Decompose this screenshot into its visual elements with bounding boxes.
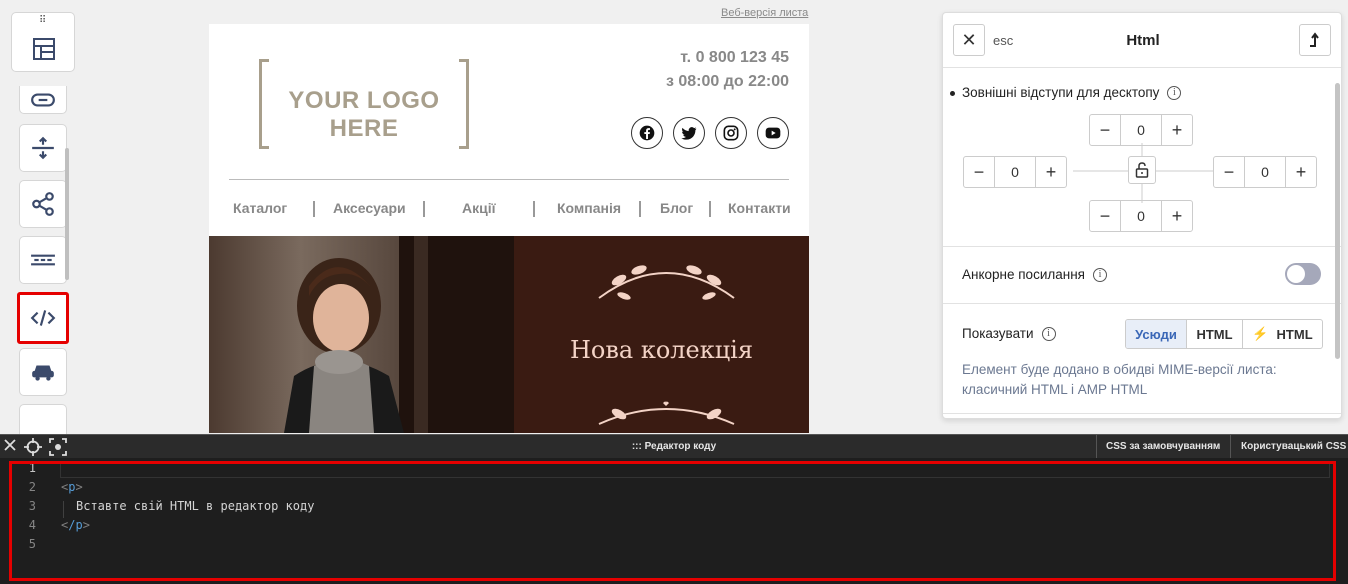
margin-bottom-stepper[interactable]: − 0 +	[1089, 200, 1193, 232]
panel-scrollbar[interactable]	[1335, 83, 1340, 359]
hero-photo	[209, 236, 514, 433]
decrease-button[interactable]: −	[963, 156, 995, 188]
header-divider	[229, 179, 789, 180]
more-block[interactable]	[19, 404, 67, 436]
facebook-icon[interactable]	[631, 117, 663, 149]
email-nav-menu: Каталог Аксесуари Акції Компанія Блог Ко…	[229, 200, 799, 220]
arrow-up-icon	[1310, 32, 1319, 47]
increase-button[interactable]: +	[1161, 114, 1193, 146]
margin-right-value[interactable]: 0	[1245, 156, 1285, 188]
hours-text: з 08:00 до 22:00	[665, 73, 789, 90]
panel-title: Html	[1126, 32, 1160, 49]
menu-icon	[31, 254, 55, 266]
code-icon	[30, 310, 56, 326]
nav-item-contacts[interactable]: Контакти	[728, 200, 791, 216]
nav-item-promotions[interactable]: Акції	[462, 200, 496, 216]
mime-note: Елемент буде додано в обидві MIME-версії…	[962, 362, 1277, 397]
wreath-bottom-decoration	[598, 401, 735, 425]
lock-button[interactable]	[1128, 156, 1156, 184]
margin-top-stepper[interactable]: − 0 +	[1089, 114, 1193, 146]
amp-lightning-icon: ⚡	[1252, 326, 1269, 341]
info-icon[interactable]: i	[1092, 268, 1107, 283]
drag-handle-icon[interactable]: ⠿	[39, 16, 47, 26]
html-settings-panel: ✕ esc Html Зовнішні відступи для десктоп…	[942, 12, 1342, 419]
menu-block[interactable]	[19, 236, 67, 284]
decrease-button[interactable]: −	[1089, 114, 1121, 146]
web-version-link[interactable]: Веб-версія листа	[721, 7, 808, 19]
spacer-block[interactable]	[19, 124, 67, 172]
nav-item-catalog[interactable]: Каталог	[233, 200, 287, 216]
email-canvas[interactable]: YOUR LOGO HERE т. 0 800 123 45 з 08:00 д…	[209, 24, 809, 433]
editor-highlight-outline	[9, 461, 1336, 581]
anchor-link-toggle[interactable]	[1285, 263, 1321, 285]
panel-header: ✕ esc Html	[943, 13, 1341, 68]
anchor-link-label: Анкорне посилання i	[962, 267, 1107, 283]
social-block[interactable]	[19, 180, 67, 228]
hero-banner[interactable]: Нова колекція	[209, 236, 809, 433]
show-option-html[interactable]: HTML	[1186, 320, 1242, 348]
twitter-icon[interactable]	[673, 117, 705, 149]
video-block[interactable]	[19, 348, 67, 396]
nav-item-blog[interactable]: Блог	[660, 200, 693, 216]
decrease-button[interactable]: −	[1213, 156, 1245, 188]
tab-custom-css[interactable]: Користувацький CSS	[1241, 441, 1346, 452]
tab-default-css[interactable]: CSS за замовчуванням	[1106, 441, 1220, 452]
margins-label: Зовнішні відступи для десктопу i	[962, 85, 1182, 101]
wreath-top-decoration	[598, 265, 735, 300]
nav-item-accessories[interactable]: Аксесуари	[333, 200, 406, 216]
increase-button[interactable]: +	[1285, 156, 1317, 188]
info-icon[interactable]: i	[1167, 86, 1182, 101]
hero-title: Нова колекція	[570, 336, 753, 364]
margin-left-value[interactable]: 0	[995, 156, 1035, 188]
html-block[interactable]	[17, 292, 69, 344]
code-editor-toolbar: ::: Редактор коду CSS за замовчуванням К…	[0, 434, 1348, 459]
show-segmented-control[interactable]: Усюди HTML ⚡ HTML	[1125, 319, 1323, 349]
video-icon	[32, 365, 54, 381]
unlock-icon	[1135, 162, 1149, 178]
spacer-icon	[32, 136, 54, 160]
logo[interactable]: YOUR LOGO HERE	[259, 59, 469, 149]
phone-text: т. 0 800 123 45	[680, 49, 789, 66]
increase-button[interactable]: +	[1035, 156, 1067, 188]
info-icon[interactable]: i	[1041, 327, 1056, 342]
select-parent-button[interactable]	[1299, 24, 1331, 56]
share-icon	[32, 192, 54, 216]
instagram-icon[interactable]	[715, 117, 747, 149]
logo-text: YOUR LOGO HERE	[288, 87, 440, 142]
contact-info: т. 0 800 123 45 з 08:00 до 22:00	[666, 46, 789, 94]
button-icon	[31, 93, 55, 107]
nav-item-company[interactable]: Компанія	[557, 200, 621, 216]
margin-left-stepper[interactable]: − 0 +	[963, 156, 1067, 188]
margin-bottom-value[interactable]: 0	[1121, 200, 1161, 232]
margin-top-value[interactable]: 0	[1121, 114, 1161, 146]
show-option-amp-html[interactable]: ⚡ HTML	[1242, 320, 1322, 348]
structure-panel-button[interactable]: ⠿	[11, 12, 75, 72]
button-block[interactable]	[19, 86, 67, 114]
margin-right-stepper[interactable]: − 0 +	[1213, 156, 1317, 188]
youtube-icon[interactable]	[757, 117, 789, 149]
layout-icon	[33, 38, 55, 60]
decrease-button[interactable]: −	[1089, 200, 1121, 232]
show-option-everywhere[interactable]: Усюди	[1126, 320, 1186, 348]
increase-button[interactable]: +	[1161, 200, 1193, 232]
toolbar-scrollbar[interactable]	[65, 148, 69, 280]
show-label: Показувати i	[962, 326, 1056, 342]
social-links	[631, 117, 789, 149]
